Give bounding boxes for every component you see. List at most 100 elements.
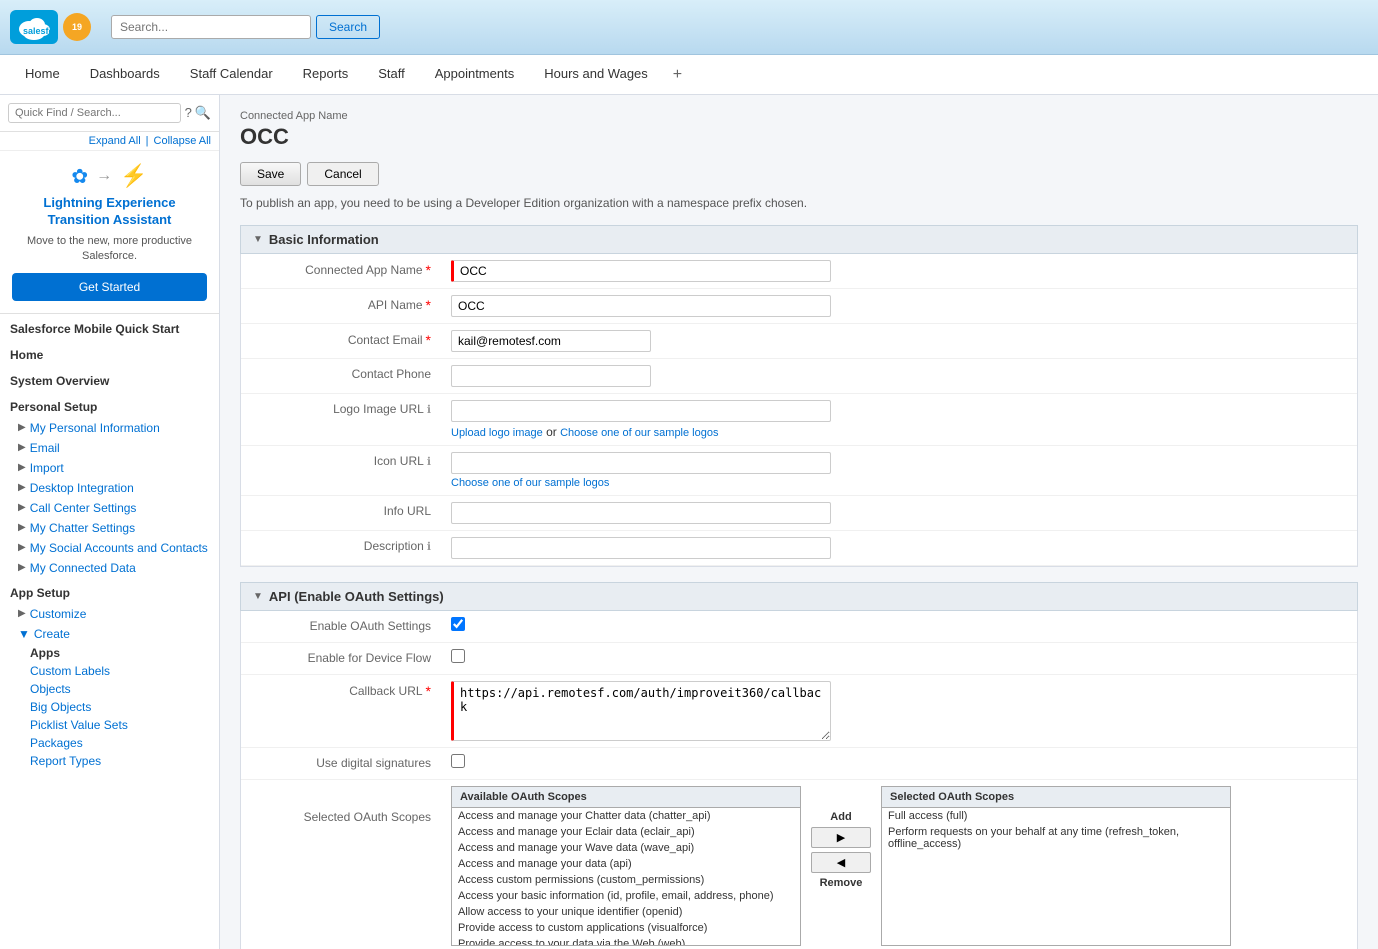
sidebar-item-home[interactable]: Home [0, 340, 219, 366]
enable-oauth-checkbox[interactable] [451, 617, 465, 631]
collapse-all-link[interactable]: Collapse All [154, 135, 211, 147]
icon-info-icon: ℹ [427, 455, 431, 468]
sidebar-item-import[interactable]: ▶ Import [0, 458, 219, 478]
nav-add[interactable]: + [663, 55, 692, 94]
sidebar-sub-apps[interactable]: Apps [0, 644, 219, 662]
api-section-title: API (Enable OAuth Settings) [269, 589, 444, 604]
choose-icon-link[interactable]: Choose one of our sample logos [451, 477, 1347, 489]
enable-oauth-label: Enable OAuth Settings [241, 611, 441, 641]
sidebar-item-desktop-integration[interactable]: ▶ Desktop Integration [0, 478, 219, 498]
connected-app-name-label: Connected App Name * [241, 254, 441, 286]
upload-logo-link[interactable]: Upload logo image [451, 427, 543, 439]
scope-item-visualforce[interactable]: Provide access to custom applications (v… [452, 920, 800, 936]
sidebar-sub-picklist-value-sets[interactable]: Picklist Value Sets [0, 716, 219, 734]
icon-url-field: Choose one of our sample logos [441, 446, 1357, 495]
sidebar-sub-report-types[interactable]: Report Types [0, 752, 219, 770]
api-form: Enable OAuth Settings Enable for Device … [240, 611, 1358, 949]
scope-item-custom-permissions[interactable]: Access custom permissions (custom_permis… [452, 872, 800, 888]
sidebar-item-my-personal-info[interactable]: ▶ My Personal Information [0, 418, 219, 438]
sidebar-item-mobile-quick-start[interactable]: Salesforce Mobile Quick Start [0, 314, 219, 340]
remove-label: Remove [820, 877, 863, 889]
nav-home[interactable]: Home [10, 55, 75, 94]
scope-item-wave[interactable]: Access and manage your Wave data (wave_a… [452, 840, 800, 856]
digital-sig-label: Use digital signatures [241, 748, 441, 778]
sidebar-item-create[interactable]: ▼ Create [0, 624, 219, 644]
description-input[interactable] [451, 537, 831, 559]
section-triangle-icon: ▼ [253, 234, 263, 245]
digital-sig-field [441, 748, 1357, 774]
transition-assistant-box: ✿ → ⚡ Lightning Experience Transition As… [0, 151, 219, 314]
icon-url-input[interactable] [451, 452, 831, 474]
cancel-button[interactable]: Cancel [307, 162, 378, 186]
logo-area: salesforce 19 [10, 10, 91, 44]
sidebar-item-chatter-settings[interactable]: ▶ My Chatter Settings [0, 518, 219, 538]
transition-desc: Move to the new, more productive Salesfo… [12, 234, 207, 265]
contact-phone-input[interactable] [451, 365, 651, 387]
available-scopes-list: Available OAuth Scopes Access and manage… [451, 786, 801, 946]
remove-scope-button[interactable]: ◀ [811, 852, 871, 873]
sidebar-item-system-overview[interactable]: System Overview [0, 366, 219, 392]
badge-number: 19 [72, 22, 82, 32]
enable-device-checkbox[interactable] [451, 649, 465, 663]
required-indicator-2: * [426, 297, 431, 313]
logo-image-url-input[interactable] [451, 400, 831, 422]
nav-reports[interactable]: Reports [288, 55, 364, 94]
contact-email-input[interactable] [451, 330, 651, 352]
transition-title: Lightning Experience Transition Assistan… [12, 195, 207, 229]
selected-scope-refresh[interactable]: Perform requests on your behalf at any t… [882, 824, 1230, 852]
choose-logo-link[interactable]: Choose one of our sample logos [560, 427, 718, 439]
api-section-triangle-icon: ▼ [253, 591, 263, 602]
callback-url-textarea[interactable]: https://api.remotesf.com/auth/improveit3… [451, 681, 831, 741]
sidebar-search-input[interactable] [8, 103, 181, 123]
sidebar-sub-objects[interactable]: Objects [0, 680, 219, 698]
connected-app-name: OCC [240, 124, 1358, 150]
salesforce-logo: salesforce [10, 10, 58, 44]
nav-hours-wages[interactable]: Hours and Wages [529, 55, 663, 94]
scope-item-chatter[interactable]: Access and manage your Chatter data (cha… [452, 808, 800, 824]
search-icon[interactable]: 🔍 [195, 105, 211, 121]
nav-dashboards[interactable]: Dashboards [75, 55, 175, 94]
sidebar-item-call-center-settings[interactable]: ▶ Call Center Settings [0, 498, 219, 518]
search-button[interactable]: Search [316, 15, 380, 39]
selected-scopes-title: Selected OAuth Scopes [882, 787, 1230, 808]
field-icon-url: Icon URL ℹ Choose one of our sample logo… [241, 446, 1357, 496]
sidebar-item-customize[interactable]: ▶ Customize [0, 604, 219, 624]
field-oauth-scopes: Selected OAuth Scopes Available OAuth Sc… [241, 780, 1357, 949]
available-scopes-title: Available OAuth Scopes [452, 787, 800, 808]
selected-scope-full[interactable]: Full access (full) [882, 808, 1230, 824]
scope-item-basic-info[interactable]: Access your basic information (id, profi… [452, 888, 800, 904]
nav-staff-calendar[interactable]: Staff Calendar [175, 55, 288, 94]
scope-item-data[interactable]: Access and manage your data (api) [452, 856, 800, 872]
scope-item-web[interactable]: Provide access to your data via the Web … [452, 936, 800, 946]
search-input[interactable] [111, 15, 311, 39]
sidebar-search-icons: ? 🔍 [185, 105, 211, 121]
season-badge: 19 [63, 13, 91, 41]
add-scope-button[interactable]: ▶ [811, 827, 871, 848]
scope-item-eclair[interactable]: Access and manage your Eclair data (ecla… [452, 824, 800, 840]
basic-info-form: Connected App Name * API Name * [240, 254, 1358, 567]
info-url-input[interactable] [451, 502, 831, 524]
get-started-button[interactable]: Get Started [12, 273, 207, 301]
sidebar-sub-packages[interactable]: Packages [0, 734, 219, 752]
nav-appointments[interactable]: Appointments [420, 55, 530, 94]
sidebar-item-social-accounts[interactable]: ▶ My Social Accounts and Contacts [0, 538, 219, 558]
connected-app-name-field [441, 254, 1357, 288]
field-api-name: API Name * [241, 289, 1357, 324]
sidebar-sub-big-objects[interactable]: Big Objects [0, 698, 219, 716]
basic-info-section-header: ▼ Basic Information [240, 225, 1358, 254]
connected-app-name-input[interactable] [451, 260, 831, 282]
expand-all-link[interactable]: Expand All [89, 135, 141, 147]
icon-url-label: Icon URL ℹ [241, 446, 441, 476]
scope-item-openid[interactable]: Allow access to your unique identifier (… [452, 904, 800, 920]
sidebar-sub-custom-labels[interactable]: Custom Labels [0, 662, 219, 680]
enable-oauth-field [441, 611, 1357, 637]
nav-staff[interactable]: Staff [363, 55, 420, 94]
save-button[interactable]: Save [240, 162, 301, 186]
callback-url-field: https://api.remotesf.com/auth/improveit3… [441, 675, 1357, 747]
sidebar-item-email[interactable]: ▶ Email [0, 438, 219, 458]
field-contact-phone: Contact Phone [241, 359, 1357, 394]
digital-sig-checkbox[interactable] [451, 754, 465, 768]
content-area: Connected App Name OCC Save Cancel To pu… [220, 95, 1378, 949]
api-name-input[interactable] [451, 295, 831, 317]
sidebar-item-connected-data[interactable]: ▶ My Connected Data [0, 558, 219, 578]
